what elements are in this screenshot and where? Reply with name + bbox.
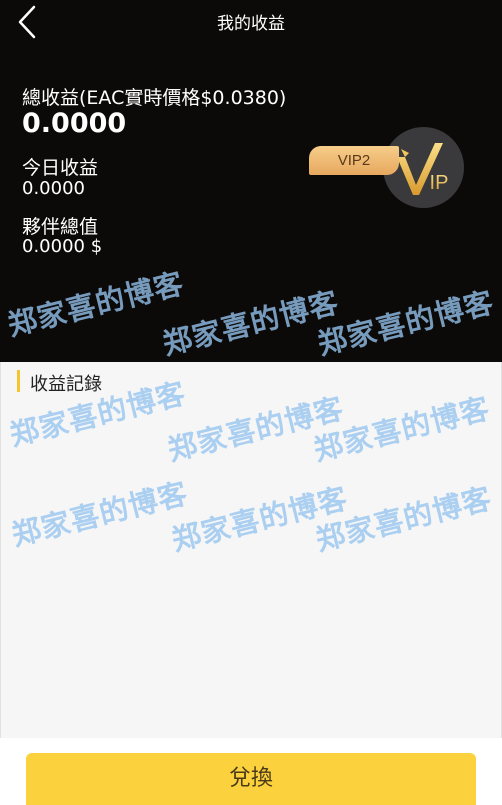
footer-bar: 兌換 bbox=[0, 738, 502, 805]
partner-total-value: 0.0000 $ bbox=[22, 236, 103, 257]
records-section-title: 收益記錄 bbox=[30, 374, 102, 395]
page-title: 我的收益 bbox=[217, 14, 285, 34]
section-accent-bar bbox=[17, 370, 20, 392]
total-earnings-value: 0.0000 bbox=[22, 108, 127, 139]
vip-level-tag: VIP2 bbox=[309, 146, 399, 175]
earnings-records-panel: 收益記錄 bbox=[0, 362, 502, 738]
earnings-header: 我的收益 總收益(EAC實時價格$0.0380) 0.0000 今日收益 0.0… bbox=[0, 0, 502, 362]
vip-badge-text: IP bbox=[430, 172, 449, 194]
partner-total-label: 夥伴總值 bbox=[22, 216, 99, 238]
today-earnings-label: 今日收益 bbox=[22, 157, 99, 179]
today-earnings-value: 0.0000 bbox=[22, 178, 85, 199]
exchange-button[interactable]: 兌換 bbox=[26, 753, 476, 805]
total-earnings-label: 總收益(EAC實時價格$0.0380) bbox=[22, 87, 287, 109]
